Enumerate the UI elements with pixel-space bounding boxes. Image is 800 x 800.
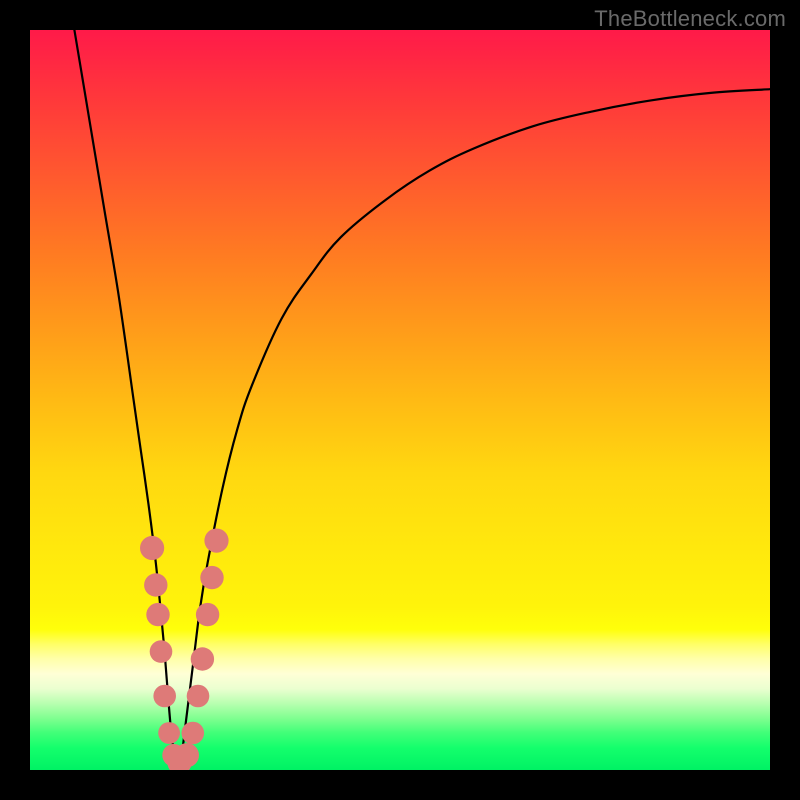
data-marker <box>158 722 180 744</box>
marker-group <box>140 529 229 771</box>
data-marker <box>146 603 169 626</box>
data-marker <box>144 573 167 596</box>
plot-area <box>30 30 770 770</box>
data-marker <box>150 640 173 663</box>
data-marker <box>153 685 176 708</box>
data-marker <box>196 603 219 626</box>
data-marker <box>204 529 228 553</box>
data-marker <box>140 536 164 560</box>
data-marker <box>200 566 223 589</box>
data-marker <box>187 685 210 708</box>
data-marker <box>182 722 205 745</box>
chart-svg <box>30 30 770 770</box>
bottleneck-curve <box>74 30 770 770</box>
chart-frame: TheBottleneck.com <box>0 0 800 800</box>
watermark-text: TheBottleneck.com <box>594 6 786 32</box>
data-marker <box>175 743 199 767</box>
data-marker <box>191 647 214 670</box>
